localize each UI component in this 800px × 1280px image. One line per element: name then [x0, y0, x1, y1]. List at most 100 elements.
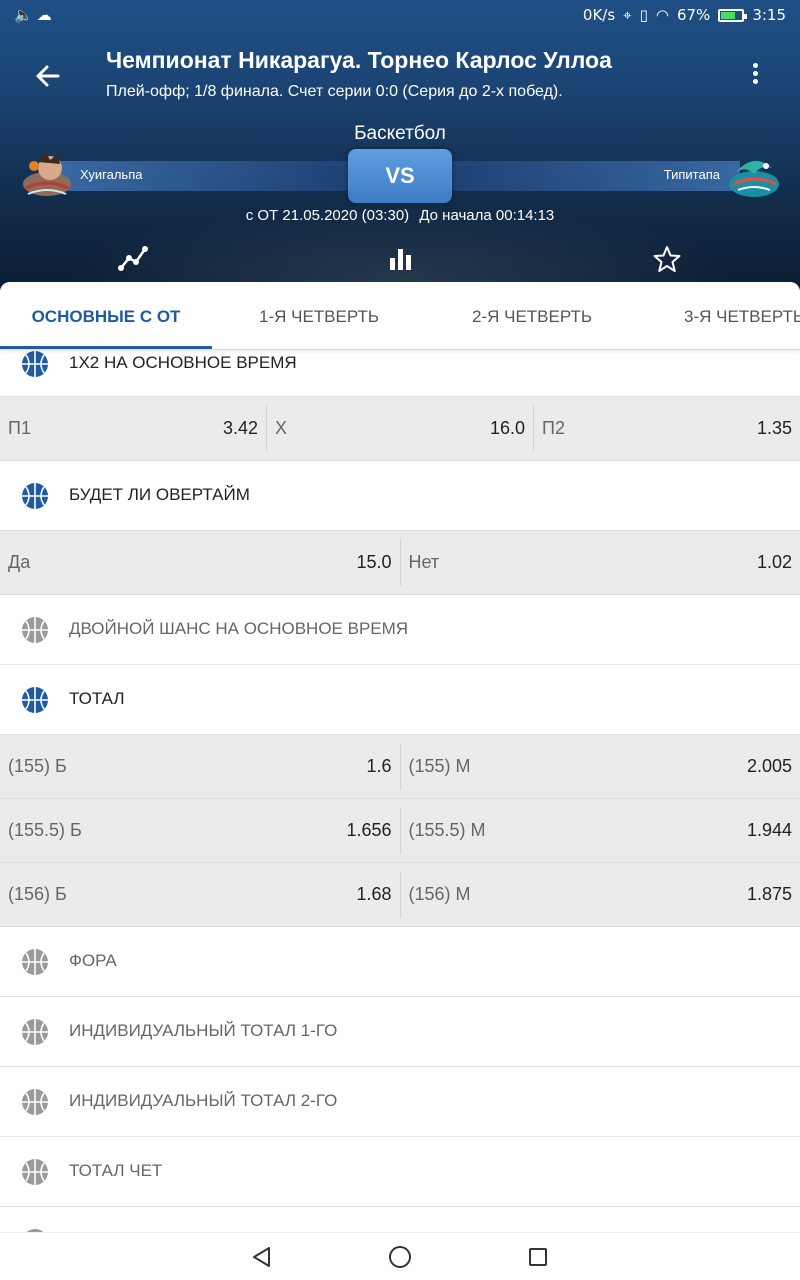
basketball-icon	[22, 483, 48, 509]
odds-row: (155) Б 1.6 (155) М 2.005	[0, 735, 800, 799]
tab-bar: ОСНОВНЫЕ С ОТ 1-Я ЧЕТВЕРТЬ 2-Я ЧЕТВЕРТЬ …	[0, 282, 800, 350]
battery-fill	[721, 11, 735, 19]
odds-name: (155.5) М	[408, 820, 486, 840]
odds-cell-under[interactable]: (155.5) М 1.944	[399, 807, 800, 854]
odds-cell-under[interactable]: (155) М 2.005	[399, 743, 800, 790]
market-overtime-header[interactable]: БУДЕТ ЛИ ОВЕРТАЙМ	[0, 461, 800, 531]
battery-icon	[718, 8, 748, 22]
status-right: 0K/s ⌖ ▯ ◠ 67% 3:15	[583, 6, 786, 24]
odds-cell-yes[interactable]: Да 15.0	[0, 531, 400, 594]
tab-quarter-2[interactable]: 2-Я ЧЕТВЕРТЬ	[426, 282, 638, 349]
location-icon: ⌖	[623, 6, 632, 24]
market-title: ТОТАЛ ЧЕТ	[69, 1161, 163, 1180]
tab-quarter-1[interactable]: 1-Я ЧЕТВЕРТЬ	[212, 282, 426, 349]
odds-value: 1.656	[346, 820, 392, 840]
battery-percent: 67%	[676, 6, 711, 24]
odds-cell-over[interactable]: (155) Б 1.6	[0, 735, 400, 798]
market-double-chance-header[interactable]: ДВОЙНОЙ ШАНС НА ОСНОВНОЕ ВРЕМЯ	[0, 595, 800, 665]
square-recents-icon	[529, 1248, 547, 1266]
odds-cell-no[interactable]: Нет 1.02	[399, 539, 800, 586]
odds-cell-x[interactable]: Х 16.0	[266, 405, 533, 452]
nav-back-button[interactable]	[248, 1243, 276, 1271]
basketball-icon	[22, 617, 48, 643]
odds-cell-p2[interactable]: П2 1.35	[533, 405, 800, 452]
line-chart-icon	[118, 246, 148, 271]
odds-name: Нет	[408, 552, 440, 572]
page-subtitle: Плей-офф; 1/8 финала. Счет серии 0:0 (Се…	[106, 83, 563, 100]
odds-name: (155.5) Б	[8, 820, 82, 840]
odds-cell-over[interactable]: (156) Б 1.68	[0, 863, 400, 926]
odds-row: (156) Б 1.68 (156) М 1.875	[0, 863, 800, 927]
match-date: с ОТ 21.05.2020 (03:30)	[245, 207, 410, 224]
odds-value: 3.42	[222, 418, 258, 438]
odds-value: 15.0	[356, 552, 392, 572]
favorite-button[interactable]	[650, 242, 684, 276]
trend-button[interactable]	[116, 242, 150, 276]
market-ind-total-1-header[interactable]: ИНДИВИДУАЛЬНЫЙ ТОТАЛ 1-ГО	[0, 997, 800, 1067]
bar-chart-icon	[390, 249, 411, 270]
clock: 3:15	[752, 6, 786, 24]
team1-logo	[20, 148, 74, 204]
team2-logo-icon	[729, 160, 779, 197]
basketball-icon	[22, 687, 48, 713]
match-header: 🔈☁ 0K/s ⌖ ▯ ◠ 67% 3:15 Чемпионат Никараг…	[0, 0, 800, 300]
market-next-header[interactable]	[0, 1207, 800, 1232]
market-1x2-header[interactable]: 1Х2 НА ОСНОВНОЕ ВРЕМЯ	[0, 350, 800, 397]
vibrate-icon: ▯	[639, 6, 648, 24]
odds-value: 1.875	[746, 884, 792, 904]
market-title: БУДЕТ ЛИ ОВЕРТАЙМ	[69, 485, 250, 504]
market-handicap-header[interactable]: ФОРА	[0, 927, 800, 997]
team2-name: Типитапа	[663, 167, 720, 182]
circle-home-icon	[389, 1246, 411, 1268]
odds-value: 1.6	[366, 756, 392, 776]
stats-button[interactable]	[383, 242, 417, 276]
odds-value: 1.02	[756, 552, 792, 572]
basketball-icon	[22, 1089, 48, 1115]
back-button[interactable]	[30, 58, 66, 94]
basketball-icon	[22, 351, 48, 377]
market-title: ИНДИВИДУАЛЬНЫЙ ТОТАЛ 2-ГО	[69, 1091, 338, 1110]
team1-name: Хуигальпа	[80, 167, 143, 182]
market-title: ДВОЙНОЙ ШАНС НА ОСНОВНОЕ ВРЕМЯ	[69, 619, 409, 638]
nav-recents-button[interactable]	[524, 1243, 552, 1271]
odds-name: Х	[275, 418, 288, 438]
markets-card: ОСНОВНЫЕ С ОТ 1-Я ЧЕТВЕРТЬ 2-Я ЧЕТВЕРТЬ …	[0, 282, 800, 1232]
cloud-icon: ☁	[36, 6, 56, 24]
odds-value: 16.0	[489, 418, 525, 438]
odds-cell-under[interactable]: (156) М 1.875	[399, 871, 800, 918]
network-speed: 0K/s	[582, 6, 616, 24]
odds-name: (155) М	[408, 756, 471, 776]
vs-badge: VS	[348, 149, 452, 203]
market-title: ИНДИВИДУАЛЬНЫЙ ТОТАЛ 1-ГО	[69, 1021, 338, 1040]
odds-name: П1	[8, 418, 31, 438]
page-title: Чемпионат Никарагуа. Торнео Карлос Уллоа	[106, 47, 612, 73]
odds-name: (155) Б	[8, 756, 67, 776]
odds-row: П1 3.42 Х 16.0 П2 1.35	[0, 397, 800, 461]
nav-home-button[interactable]	[386, 1243, 414, 1271]
tab-indicator	[0, 346, 212, 349]
market-total-even-header[interactable]: ТОТАЛ ЧЕТ	[0, 1137, 800, 1207]
basketball-icon	[22, 1159, 48, 1185]
odds-row: (155.5) Б 1.656 (155.5) М 1.944	[0, 799, 800, 863]
odds-cell-over[interactable]: (155.5) Б 1.656	[0, 799, 400, 862]
triangle-back-icon	[253, 1247, 270, 1267]
wifi-icon: ◠	[655, 6, 669, 24]
tab-quarter-3[interactable]: 3-Я ЧЕТВЕРТЬ	[638, 282, 800, 349]
sport-label: Баскетбол	[354, 123, 446, 144]
odds-name: Да	[8, 552, 31, 572]
markets-list[interactable]: 1Х2 НА ОСНОВНОЕ ВРЕМЯ П1 3.42 Х 16.0 П2 …	[0, 350, 800, 1232]
team2-logo	[726, 152, 782, 202]
market-title: ТОТАЛ	[69, 689, 125, 708]
tab-main-with-ot[interactable]: ОСНОВНЫЕ С ОТ	[0, 282, 212, 349]
match-datetime: с ОТ 21.05.2020 (03:30) До начала 00:14:…	[0, 207, 800, 224]
market-ind-total-2-header[interactable]: ИНДИВИДУАЛЬНЫЙ ТОТАЛ 2-ГО	[0, 1067, 800, 1137]
odds-cell-p1[interactable]: П1 3.42	[0, 397, 266, 460]
status-left-icons: 🔈☁	[14, 6, 56, 24]
more-menu-button[interactable]	[740, 60, 770, 90]
odds-name: (156) М	[408, 884, 471, 904]
market-total-header[interactable]: ТОТАЛ	[0, 665, 800, 735]
odds-name: П2	[542, 418, 565, 438]
arrow-left-icon	[36, 65, 60, 87]
basketball-icon	[22, 1019, 48, 1045]
odds-value: 1.944	[746, 820, 792, 840]
